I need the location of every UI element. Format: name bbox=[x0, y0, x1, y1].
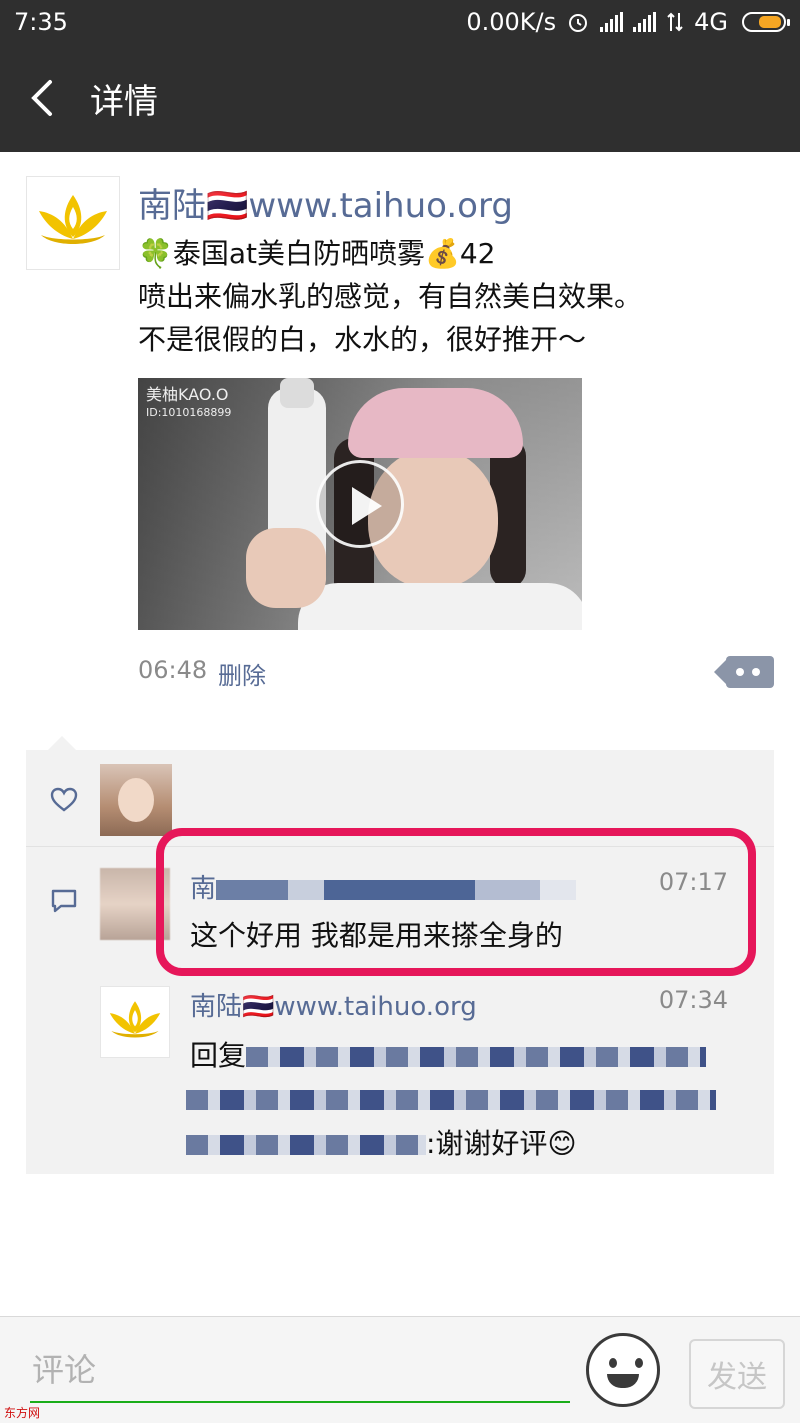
redacted-text bbox=[246, 1047, 707, 1067]
post-text-line: 不是很假的白，水水的，很好推开～ bbox=[138, 323, 587, 356]
comment-author[interactable]: 南陆🇹🇭www.taihuo.org bbox=[190, 986, 477, 1023]
video-watermark-id: ID:1010168899 bbox=[146, 406, 232, 419]
redacted-text bbox=[186, 1090, 716, 1110]
more-dots-icon bbox=[736, 668, 760, 676]
post-text: 🍀泰国at美白防晒喷雾💰42 喷出来偏水乳的感觉，有自然美白效果。 不是很假的白… bbox=[138, 232, 642, 361]
more-actions-button[interactable] bbox=[714, 656, 774, 688]
reply-prefix: 回复 bbox=[190, 1039, 247, 1072]
corner-watermark: 东方网 bbox=[4, 1406, 41, 1420]
page-title: 详情 bbox=[90, 82, 158, 122]
video-hat bbox=[348, 388, 523, 458]
data-transfer-icon bbox=[667, 12, 683, 32]
signal-icon bbox=[600, 12, 624, 32]
comment-text: 回复 bbox=[190, 1034, 707, 1074]
comment-input-bar: 发送 bbox=[0, 1316, 800, 1423]
video-bottle-cap bbox=[280, 378, 314, 408]
heart-icon bbox=[50, 787, 78, 812]
status-bar: 7:35 0.00K/s 4G bbox=[0, 0, 800, 46]
video-watermark-text: 美柚KAO.O bbox=[146, 385, 229, 404]
video-hand bbox=[246, 528, 326, 608]
post-author-avatar[interactable] bbox=[26, 176, 120, 270]
net-speed: 0.00K/s bbox=[466, 8, 557, 36]
video-thumbnail[interactable]: 美柚KAO.O ID:1010168899 bbox=[138, 378, 582, 630]
lotus-logo-icon bbox=[109, 1001, 161, 1038]
status-right: 0.00K/s 4G bbox=[466, 8, 790, 36]
battery-icon bbox=[742, 12, 790, 32]
comment-text-redacted bbox=[186, 1082, 716, 1115]
signal-icon bbox=[633, 12, 657, 32]
post-text-line: 喷出来偏水乳的感觉，有自然美白效果。 bbox=[138, 280, 643, 313]
redacted-text bbox=[186, 1135, 426, 1155]
post-time: 06:48 bbox=[138, 656, 208, 684]
status-time: 7:35 bbox=[14, 8, 68, 36]
back-button[interactable] bbox=[20, 76, 64, 120]
send-button[interactable]: 发送 bbox=[689, 1339, 785, 1409]
video-shirt bbox=[298, 583, 582, 630]
lotus-logo-icon bbox=[39, 195, 107, 244]
comment-icon bbox=[51, 889, 77, 913]
commenter-avatar[interactable] bbox=[100, 986, 170, 1058]
post-author-name[interactable]: 南陆🇹🇭www.taihuo.org bbox=[138, 178, 513, 227]
network-type: 4G bbox=[694, 8, 728, 36]
comment-time: 07:34 bbox=[658, 986, 728, 1014]
emoji-icon[interactable] bbox=[586, 1333, 660, 1407]
post-text-line: 🍀泰国at美白防晒喷雾💰42 bbox=[138, 237, 496, 270]
delete-button[interactable]: 删除 bbox=[218, 656, 266, 691]
liker-avatar[interactable] bbox=[100, 764, 172, 836]
comment-input[interactable] bbox=[30, 1339, 570, 1403]
highlight-box bbox=[156, 828, 756, 976]
video-watermark: 美柚KAO.O ID:1010168899 bbox=[146, 386, 231, 422]
alarm-icon bbox=[569, 14, 588, 32]
comment-text: :谢谢好评😊 bbox=[186, 1122, 577, 1162]
title-bar: 详情 bbox=[0, 46, 800, 152]
play-button[interactable] bbox=[316, 460, 404, 548]
reply-suffix: :谢谢好评😊 bbox=[426, 1127, 577, 1160]
